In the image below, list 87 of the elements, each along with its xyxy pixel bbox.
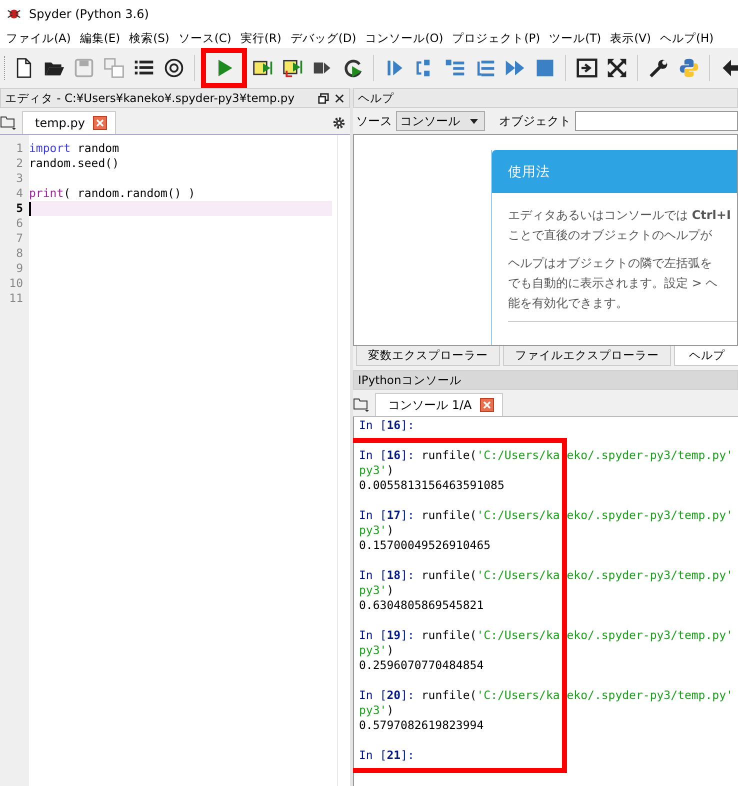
- output-text: 0.6304805869545821: [359, 598, 484, 612]
- code-line: random.seed(): [29, 156, 120, 171]
- rerun-icon: [342, 57, 364, 79]
- python-logo-icon: [678, 57, 700, 79]
- fullscreen-icon: [606, 57, 628, 79]
- line-number: 2: [15, 156, 24, 171]
- line-number: 8: [15, 246, 24, 261]
- source-label: ソース: [356, 112, 392, 130]
- pane-tab[interactable]: ファイルエクスプローラー: [503, 346, 671, 366]
- line-number: 3: [15, 171, 24, 186]
- line-number: 6: [15, 216, 24, 231]
- menu-item[interactable]: ソース(C): [176, 30, 238, 46]
- menu-item[interactable]: 検索(S): [127, 30, 176, 46]
- pane-title: ヘルプ: [358, 90, 394, 106]
- pane-title: エディタ - C:¥Users¥kaneko¥.spyder-py3¥temp.py: [5, 90, 295, 106]
- prompt: In [17]:: [359, 508, 414, 522]
- pane-title: IPythonコンソール: [358, 372, 462, 388]
- line-number: 4: [15, 186, 24, 201]
- menu-item[interactable]: デバッグ(D): [288, 30, 364, 46]
- prompt: In [16]:: [359, 418, 414, 432]
- wrench-icon: [648, 57, 670, 79]
- prompt: In [20]:: [359, 688, 414, 702]
- help-text: でも自動的に表示されます。設定 > ヘ: [508, 275, 719, 292]
- command: eko/.spyder-py3/temp.py': [566, 688, 733, 702]
- save-all-icon: [102, 57, 124, 79]
- menu-item[interactable]: 実行(R): [238, 30, 288, 46]
- menu-item[interactable]: 編集(E): [78, 30, 128, 46]
- maximize-pane-icon: [576, 57, 598, 79]
- command: py3'): [359, 523, 394, 537]
- command: py3'): [359, 703, 394, 717]
- command: runfile('C:/Users/ka: [421, 448, 560, 462]
- run-cell-advance-icon: [282, 57, 304, 79]
- text-cursor: [29, 202, 31, 216]
- command: py3'): [359, 463, 394, 477]
- source-dropdown[interactable]: コンソール: [396, 111, 485, 131]
- output-text: 0.2596070770484854: [359, 658, 484, 672]
- prompt: In [19]:: [359, 628, 414, 642]
- command: eko/.spyder-py3/temp.py': [566, 508, 733, 522]
- line-number: 9: [15, 261, 24, 276]
- help-text: ヘルプはオブジェクトの隣で左括弧を: [508, 255, 713, 272]
- command: eko/.spyder-py3/temp.py': [566, 448, 733, 462]
- output-text: 0.0055813156463591085: [359, 478, 504, 492]
- command: runfile('C:/Users/ka: [421, 628, 560, 642]
- help-text: 能を有効化できます。: [508, 295, 629, 312]
- prompt: In [21]:: [359, 748, 414, 762]
- undock-icon[interactable]: [318, 92, 329, 104]
- dropdown-arrow-icon: [470, 118, 478, 124]
- pane-tab[interactable]: ヘルプ: [674, 346, 738, 366]
- command: eko/.spyder-py3/temp.py': [566, 628, 733, 642]
- app-icon: [7, 7, 21, 21]
- prompt: In [18]:: [359, 568, 414, 582]
- menu-item[interactable]: ツール(T): [547, 30, 608, 46]
- line-number: 11: [8, 291, 24, 306]
- console-tab[interactable]: コンソール 1/A: [375, 393, 503, 416]
- object-field[interactable]: [575, 111, 738, 131]
- command: runfile('C:/Users/ka: [421, 688, 560, 702]
- help-text: エディタあるいはコンソールでは Ctrl+I: [508, 207, 732, 224]
- card-header: 使用法: [492, 150, 737, 193]
- object-label: オブジェクト: [499, 112, 571, 130]
- save-icon: [72, 57, 94, 79]
- command: py3'): [359, 643, 394, 657]
- settings-icon[interactable]: [332, 116, 346, 130]
- command: eko/.spyder-py3/temp.py': [566, 568, 733, 582]
- command: py3'): [359, 583, 394, 597]
- line-number: 5: [15, 201, 24, 216]
- menu-item[interactable]: プロジェクト(P): [450, 30, 548, 46]
- line-number: 1: [15, 141, 24, 156]
- code-line: print( random.random() ): [29, 186, 196, 201]
- command: runfile('C:/Users/ka: [421, 508, 560, 522]
- line-number: 7: [15, 231, 24, 246]
- menu-item[interactable]: コンソール(O): [363, 30, 450, 46]
- browse-tabs-icon[interactable]: [353, 396, 369, 412]
- help-text: ことで直後のオブジェクトのヘルプが: [508, 227, 713, 244]
- output-text: 0.5797082619823994: [359, 718, 484, 732]
- close-icon[interactable]: [334, 92, 345, 104]
- menu-item[interactable]: ヘルプ(H): [658, 30, 721, 46]
- pane-tab[interactable]: 変数エクスプローラー: [356, 346, 500, 366]
- code-line: import random: [29, 141, 120, 156]
- file-tab[interactable]: temp.py: [22, 111, 116, 134]
- menu-item[interactable]: ファイル(A): [4, 30, 78, 46]
- output-text: 0.15700049526910465: [359, 538, 491, 552]
- menu-item[interactable]: 表示(V): [608, 30, 658, 46]
- browse-tabs-icon[interactable]: [0, 114, 16, 130]
- window-title: Spyder (Python 3.6): [29, 7, 149, 21]
- line-number: 10: [8, 276, 24, 291]
- command: runfile('C:/Users/ka: [421, 568, 560, 582]
- prompt: In [16]:: [359, 448, 414, 462]
